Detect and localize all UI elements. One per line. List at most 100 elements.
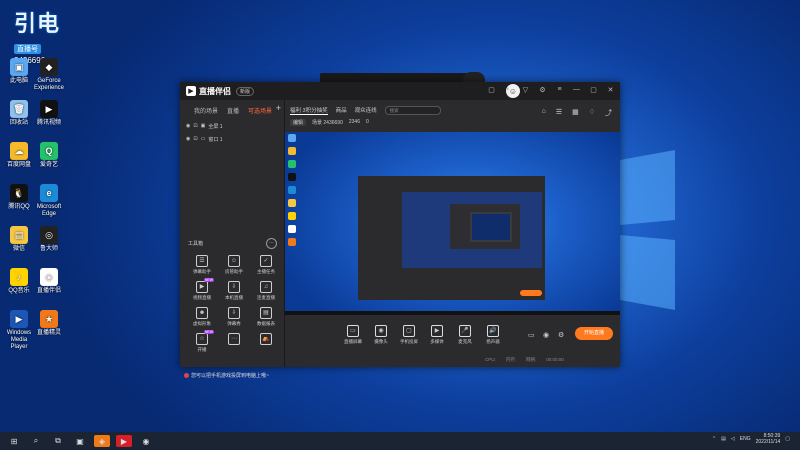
desktop-icon[interactable]: ◎ 鲁大师 [32, 226, 66, 253]
tool-item[interactable]: ⛺ [252, 333, 280, 347]
desktop-icon-label: 百度网盘 [6, 162, 31, 168]
taskbar-item[interactable]: ▣ [72, 435, 88, 447]
notice-text: 您可以把手机游戏投屏到电脑上哦~ [191, 373, 269, 379]
camera-overlay-bar [320, 73, 480, 82]
tool-item[interactable]: ⇩ 本机直播 [220, 281, 248, 301]
tool-item[interactable]: ☺ 房管助手 [220, 255, 248, 275]
tool-item[interactable]: ⇩ 弹幕秀 [220, 307, 248, 327]
desktop-icon[interactable]: 🗑 回收站 [2, 100, 36, 127]
notification-icon[interactable]: ▢ [785, 436, 790, 442]
share-icon[interactable]: ⤴ [605, 108, 612, 118]
gear-icon[interactable]: ⚙ [558, 331, 564, 339]
live-preview[interactable] [285, 132, 620, 315]
system-tray: ⌃ ▤ ◁ ENG 8:50:39 2022/11/14 ▢ [712, 433, 790, 445]
gift-icon[interactable]: ▽ [521, 86, 530, 94]
language-indicator[interactable]: ENG [740, 436, 751, 442]
menu-icon[interactable]: ≡ [555, 86, 564, 94]
source-item[interactable]: ◉ 摄像头 [368, 325, 394, 345]
tool-item[interactable]: ☆ NEW 开播 [188, 330, 216, 353]
desktop-icon[interactable]: ▣ 此电脑 [2, 58, 36, 85]
visibility-icon[interactable]: ◉ [186, 136, 190, 142]
list-icon[interactable]: ☰ [556, 108, 562, 118]
version-badge[interactable]: 新版 [236, 86, 255, 96]
desktop-icon[interactable]: ▶ 腾讯视频 [32, 100, 66, 127]
desktop-icon[interactable]: ▤ 微信 [2, 226, 36, 253]
settings-icon[interactable]: ⚙ [538, 86, 547, 94]
tool-item[interactable]: ✓ 主播任务 [252, 255, 280, 275]
desktop-icon[interactable]: ▶ Windows Media Player [2, 310, 36, 351]
camera-settings-icon[interactable]: ▭ [528, 331, 535, 339]
network-icon[interactable]: ▤ [721, 436, 726, 442]
app-logo-icon: ▶ [186, 86, 196, 96]
message-icon[interactable]: ▢ [487, 86, 496, 94]
notice-bar[interactable]: 您可以把手机游戏投屏到电脑上哦~ [184, 372, 269, 379]
tool-item[interactable]: ☻ 虚拟形象 [188, 307, 216, 327]
live-timer: 00:00:00 [546, 357, 564, 362]
preview-desktop-icons [287, 134, 307, 251]
maximize-icon[interactable]: ▢ [589, 86, 598, 94]
tab-goods[interactable]: 商品 [336, 106, 347, 114]
desktop-icon[interactable]: ◆ GeForce Experience [32, 58, 66, 92]
app-icon: 🐧 [10, 184, 28, 202]
viewer-count: 2346 [348, 119, 360, 125]
visibility-icon[interactable]: ◉ [186, 123, 190, 129]
search-input[interactable]: 搜索 [384, 105, 441, 115]
volume-icon[interactable]: ◁ [731, 436, 735, 442]
right-panel: 福利 3积分抽奖 商品 观众连线 搜索 编辑 场景 2436690 2346 0… [285, 100, 620, 367]
source-item[interactable]: 🎤 麦克风 [452, 325, 478, 345]
eye-icon[interactable]: ◉ [543, 331, 549, 339]
scene-item[interactable]: ◉ ⊡ ▣ 全屏 1 [186, 121, 284, 131]
desktop-icon-label: 回收站 [9, 120, 28, 126]
desktop-icon[interactable]: ◈ 直播伴侣 [32, 268, 66, 295]
source-item[interactable]: ▶ 多媒体 [424, 325, 450, 345]
app-titlebar: ▶ 直播伴侣 新版 ☺ ▢ ◐ ▽ ⚙ ≡ — ▢ ✕ [180, 82, 620, 100]
minimize-icon[interactable]: — [572, 86, 581, 94]
tab-live[interactable]: 直播 [227, 106, 239, 118]
app-icon: ♪ [10, 268, 28, 286]
tool-item[interactable]: ▶ NEW 视频直播 [188, 278, 216, 301]
desktop-icon[interactable]: Q 爱奇艺 [32, 142, 66, 169]
app-icon: Q [40, 142, 58, 160]
start-live-button[interactable]: 开始直播 [575, 327, 613, 340]
taskbar-item[interactable]: ◈ [94, 435, 110, 447]
source-item[interactable]: ▭ 直播屏幕 [340, 325, 366, 345]
taskbar-item[interactable]: ◉ [138, 435, 154, 447]
source-item[interactable]: ▢ 手机投屏 [396, 325, 422, 345]
clock[interactable]: 8:50:39 2022/11/14 [756, 433, 781, 445]
taskbar-item[interactable]: ▶ [116, 435, 132, 447]
more-icon[interactable]: ⋯ [266, 238, 277, 249]
tab-welfare[interactable]: 福利 3积分抽奖 [290, 106, 328, 115]
source-item[interactable]: 🔊 扬声器 [480, 325, 506, 345]
shop-icon[interactable]: ⌂ [542, 108, 546, 118]
tool-item[interactable]: ☰ 弹幕助手 [188, 255, 216, 275]
tab-audience[interactable]: 观众连线 [355, 106, 377, 114]
tab-optional-scenes[interactable]: 可选场景 [248, 106, 272, 118]
lock-icon[interactable]: ⊡ [193, 123, 197, 129]
edit-button[interactable]: 编辑 [290, 118, 307, 126]
tool-label: 连麦直播 [257, 295, 275, 300]
close-icon[interactable]: ✕ [606, 86, 615, 94]
grid-icon[interactable]: ▦ [572, 108, 579, 118]
desktop-icon[interactable]: 🐧 腾讯QQ [2, 184, 36, 211]
lock-icon[interactable]: ⊡ [193, 136, 197, 142]
scene-item[interactable]: ◉ ⊡ ▭ 窗口 1 [186, 134, 284, 144]
bell-icon[interactable]: ♢ [589, 108, 595, 118]
tray-up-icon[interactable]: ⌃ [712, 436, 716, 442]
desktop-icon[interactable]: ♪ QQ音乐 [2, 268, 36, 295]
desktop-icon[interactable]: ★ 直播精灵 [32, 310, 66, 337]
new-badge: NEW [203, 330, 214, 334]
add-scene-icon[interactable]: + [276, 103, 281, 113]
desktop-icon[interactable]: e Microsoft Edge [32, 184, 66, 218]
streaming-app-window: ▶ 直播伴侣 新版 ☺ ▢ ◐ ▽ ⚙ ≡ — ▢ ✕ 我的场景 直播 可选场景… [180, 82, 620, 379]
taskbar-item[interactable]: ⊞ [6, 435, 22, 447]
desktop-icon[interactable]: ☁ 百度网盘 [2, 142, 36, 169]
tool-item[interactable]: ▤ 数据报表 [252, 307, 280, 327]
tool-item[interactable]: ♫ 连麦直播 [252, 281, 280, 301]
desktop-icon-label: 腾讯QQ [8, 204, 30, 210]
theme-icon[interactable]: ◐ [504, 86, 513, 94]
taskbar-item[interactable]: ⌕ [28, 435, 44, 447]
tool-item[interactable]: ⋯ [220, 333, 248, 347]
tab-my-scenes[interactable]: 我的场景 [194, 106, 218, 118]
taskbar-item[interactable]: ⧉ [50, 435, 66, 447]
tool-label: 房管助手 [225, 269, 243, 274]
